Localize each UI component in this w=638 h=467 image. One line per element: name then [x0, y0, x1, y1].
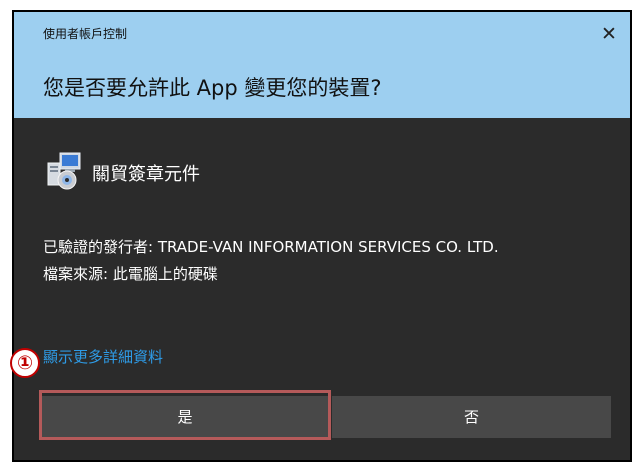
- dialog-header: 使用者帳戶控制 ✕ 您是否要允許此 App 變更您的裝置?: [14, 12, 630, 118]
- dialog-body: 關貿簽章元件 已驗證的發行者: TRADE-VAN INFORMATION SE…: [14, 118, 630, 460]
- no-button[interactable]: 否: [332, 396, 611, 438]
- yes-button[interactable]: 是: [41, 396, 329, 438]
- uac-dialog: 使用者帳戶控制 ✕ 您是否要允許此 App 變更您的裝置? 關貿簽章元件 已驗證…: [12, 10, 632, 462]
- file-origin-text: 檔案來源: 此電腦上的硬碟: [43, 265, 218, 283]
- dialog-question: 您是否要允許此 App 變更您的裝置?: [43, 76, 382, 100]
- dialog-caption: 使用者帳戶控制: [43, 27, 128, 41]
- app-info: 已驗證的發行者: TRADE-VAN INFORMATION SERVICES …: [43, 234, 608, 288]
- installer-setup-icon: [47, 152, 81, 190]
- close-button[interactable]: ✕: [598, 23, 620, 45]
- show-more-details-link[interactable]: 顯示更多詳細資料: [43, 346, 163, 367]
- step-number-badge: ①: [10, 348, 40, 378]
- close-icon: ✕: [601, 23, 617, 45]
- publisher-text: 已驗證的發行者: TRADE-VAN INFORMATION SERVICES …: [43, 238, 499, 256]
- app-name: 關貿簽章元件: [92, 164, 200, 185]
